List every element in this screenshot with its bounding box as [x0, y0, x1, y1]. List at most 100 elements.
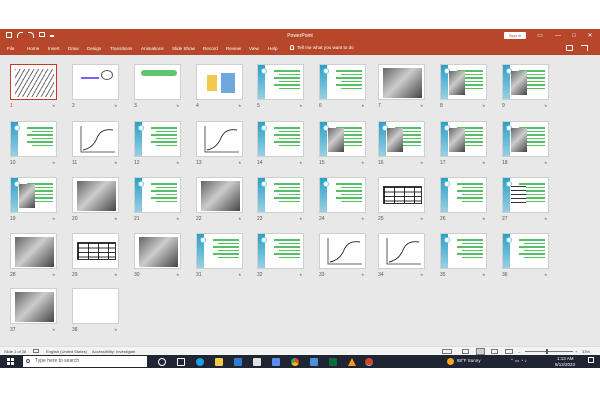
slide-thumbnail[interactable] — [10, 288, 57, 324]
slide-thumbnail[interactable] — [10, 121, 57, 157]
slide-thumbnail[interactable] — [319, 64, 366, 100]
ribbon-display-icon[interactable]: ▭ — [535, 31, 545, 41]
tab-review[interactable]: Review — [226, 46, 241, 51]
slide-thumbnail[interactable] — [72, 64, 119, 100]
spelling-icon[interactable] — [33, 349, 39, 353]
slide-thumbnail[interactable] — [10, 64, 57, 100]
slide-thumbnail[interactable] — [319, 233, 366, 269]
powerpoint-icon[interactable] — [365, 358, 373, 366]
sign-in-button[interactable]: Sign in — [504, 32, 526, 39]
notes-icon[interactable] — [442, 349, 452, 354]
slide-thumbnail[interactable] — [10, 233, 57, 269]
slide-counter: Slide 1 of 38 — [4, 349, 27, 354]
close-button[interactable]: ✕ — [585, 31, 595, 41]
tray-icons[interactable]: ⌃ ▭ ◔ ♪ — [510, 358, 527, 364]
tab-insert[interactable]: Insert — [48, 46, 60, 51]
slide-thumbnail[interactable] — [257, 233, 304, 269]
slide-thumbnail[interactable] — [319, 121, 366, 157]
slide-title-art — [141, 70, 177, 76]
slide-text-lines — [27, 127, 53, 148]
slide-thumbnail[interactable] — [378, 121, 425, 157]
slide-sorter-view-icon[interactable] — [476, 348, 485, 355]
slide-transition-icon: ★ — [114, 160, 118, 165]
taskbar-search-input[interactable]: Type here to search — [23, 356, 147, 367]
tab-draw[interactable]: Draw — [68, 46, 79, 51]
slide-thumbnail[interactable] — [378, 233, 425, 269]
zoom-slider-thumb[interactable] — [546, 349, 548, 354]
slide-thumbnail[interactable] — [440, 177, 487, 213]
slide-graph — [204, 126, 239, 153]
slide-thumbnail[interactable] — [134, 64, 181, 100]
tell-me-search[interactable]: Tell me what you want to do — [290, 45, 354, 50]
slide-thumbnail[interactable] — [257, 64, 304, 100]
notifications-icon[interactable] — [588, 357, 594, 363]
slide-thumbnail[interactable] — [502, 177, 549, 213]
slide-photo — [19, 184, 35, 208]
slide-thumbnail[interactable] — [440, 121, 487, 157]
tab-transitions[interactable]: Transitions — [110, 46, 132, 51]
slide-thumbnail[interactable] — [134, 233, 181, 269]
slide-thumbnail[interactable] — [72, 177, 119, 213]
vlc-icon[interactable] — [348, 358, 356, 366]
slide-thumbnail[interactable] — [196, 177, 243, 213]
tab-design[interactable]: Design — [87, 46, 101, 51]
zoom-in-icon[interactable]: + — [575, 349, 577, 354]
slide-thumbnail[interactable] — [72, 233, 119, 269]
slide-thumbnail[interactable] — [440, 233, 487, 269]
slide-transition-icon: ★ — [482, 160, 486, 165]
slide-thumbnail[interactable] — [72, 121, 119, 157]
tab-slide-show[interactable]: Slide Show — [172, 46, 195, 51]
tab-file[interactable]: File — [7, 46, 14, 51]
share-icon[interactable] — [581, 45, 588, 51]
minimize-button[interactable]: — — [553, 31, 563, 41]
slide-thumbnail[interactable] — [378, 177, 425, 213]
tab-home[interactable]: Home — [27, 46, 39, 51]
slide-thumbnail[interactable] — [134, 121, 181, 157]
photos-icon[interactable] — [272, 358, 280, 366]
slide-thumbnail[interactable] — [196, 233, 243, 269]
reading-view-icon[interactable] — [491, 349, 498, 354]
weather-status[interactable]: 88°F Sunny — [457, 358, 481, 363]
chrome-icon[interactable] — [291, 358, 299, 366]
slide-thumbnail[interactable] — [378, 64, 425, 100]
mail-icon[interactable] — [253, 358, 261, 366]
edge-icon[interactable] — [196, 358, 204, 366]
windows-start-icon[interactable] — [7, 358, 14, 365]
cortana-icon[interactable] — [158, 358, 166, 366]
slide-thumbnail[interactable] — [10, 177, 57, 213]
slide-thumbnail[interactable] — [502, 233, 549, 269]
slide-thumbnail[interactable] — [502, 121, 549, 157]
tab-record[interactable]: Record — [203, 46, 218, 51]
accessibility-status[interactable]: Accessibility: Investigate — [92, 349, 135, 354]
slide-thumbnail[interactable] — [134, 177, 181, 213]
tab-animations[interactable]: Animations — [141, 46, 164, 51]
zoom-slider[interactable] — [525, 351, 573, 352]
slide-sorter[interactable]: 1 ★ 2 ★ 3 ★ 4 ★ 5 ★ 6 ★ 7 ★ 8 ★ 9 ★ 10 ★ 11 ★ 12 ★ 13 ★ 14 ★ 15 ★ 16 ★ 1… — [0, 55, 600, 346]
zoom-out-icon[interactable]: – — [518, 349, 520, 354]
slide-thumbnail[interactable] — [196, 121, 243, 157]
slide-thumbnail[interactable] — [319, 177, 366, 213]
slide-thumbnail[interactable] — [257, 121, 304, 157]
slide-number: 19 — [10, 216, 16, 222]
store-icon[interactable] — [234, 358, 242, 366]
slideshow-view-icon[interactable] — [505, 349, 513, 354]
comments-icon[interactable] — [566, 45, 573, 51]
tab-view[interactable]: View — [249, 46, 259, 51]
clock-time[interactable]: 1:13 AM — [557, 356, 574, 361]
tab-help[interactable]: Help — [268, 46, 277, 51]
maximize-button[interactable]: □ — [569, 31, 579, 41]
normal-view-icon[interactable] — [462, 349, 469, 354]
task-view-icon[interactable] — [177, 358, 185, 366]
zoom-level[interactable]: 33% — [582, 349, 590, 354]
language-status[interactable]: English (United States) — [46, 349, 87, 354]
maps-icon[interactable] — [310, 358, 318, 366]
slide-thumbnail[interactable] — [502, 64, 549, 100]
explorer-icon[interactable] — [215, 358, 223, 366]
slide-thumbnail[interactable] — [196, 64, 243, 100]
slide-thumbnail[interactable] — [257, 177, 304, 213]
excel-like-icon[interactable] — [329, 358, 337, 366]
slide-thumbnail[interactable] — [72, 288, 119, 324]
slide-transition-icon: ★ — [176, 160, 180, 165]
clock-date[interactable]: 8/12/2023 — [555, 362, 575, 367]
slide-thumbnail[interactable] — [440, 64, 487, 100]
